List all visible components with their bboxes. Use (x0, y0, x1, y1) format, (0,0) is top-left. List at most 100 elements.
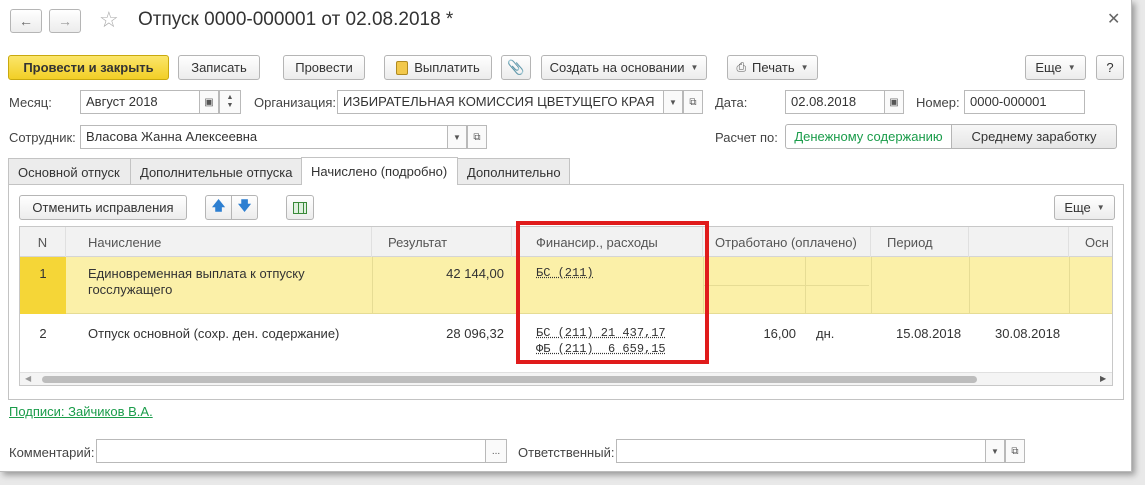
comment-field[interactable] (96, 439, 486, 463)
calendar-button[interactable]: ▣ (199, 90, 219, 114)
organization-field[interactable]: ИЗБИРАТЕЛЬНАЯ КОМИССИЯ ЦВЕТУЩЕГО КРАЯ (337, 90, 664, 114)
tab-main-leave[interactable]: Основной отпуск (8, 158, 131, 185)
responsible-dropdown[interactable]: ▼ (985, 439, 1005, 463)
period-to: 30.08.2018 (995, 326, 1061, 341)
column-header-n[interactable]: N (20, 227, 66, 257)
help-button[interactable]: ? (1096, 55, 1124, 80)
move-up-button[interactable]: 🡅 (205, 195, 232, 220)
scroll-left-icon[interactable]: ◀ (25, 374, 31, 383)
pay-icon (396, 60, 409, 75)
column-header-accrual[interactable]: Начисление (66, 227, 372, 257)
number-label: Номер: (916, 95, 960, 110)
pay-button[interactable]: Выплатить (384, 55, 492, 80)
print-button[interactable]: ⎙ Печать ▼ (727, 55, 818, 80)
calc-option-average[interactable]: Среднему заработку (951, 124, 1117, 149)
responsible-label: Ответственный: (518, 445, 615, 460)
paperclip-icon: 📎 (507, 59, 525, 75)
column-header-period[interactable]: Период (871, 227, 969, 257)
month-field[interactable]: Август 2018 (80, 90, 200, 114)
stepper-up-icon: ▲ (226, 94, 234, 101)
calendar-icon: ▣ (204, 96, 214, 108)
arrow-right-icon: → (58, 13, 72, 29)
employee-field[interactable]: Власова Жанна Алексеевна (80, 125, 448, 149)
calendar-icon: ▣ (889, 96, 899, 108)
open-icon: ⧉ (1011, 445, 1019, 457)
attach-button[interactable]: 📎 (501, 55, 531, 80)
favorite-star-icon[interactable]: ☆ (99, 7, 119, 33)
page-title: Отпуск 0000-000001 от 02.08.2018 * (138, 9, 454, 30)
month-stepper[interactable]: ▲ ▼ (219, 90, 241, 114)
period-from: 15.08.2018 (896, 326, 962, 341)
organization-open-button[interactable]: ⧉ (683, 90, 703, 114)
responsible-field[interactable] (616, 439, 986, 463)
row-number: 2 (39, 326, 47, 341)
forward-button[interactable]: → (49, 9, 81, 33)
row-divider (703, 285, 869, 286)
tab-accrued-detailed[interactable]: Начислено (подробно) (301, 157, 458, 185)
post-and-close-label: Провести и закрыть (23, 60, 154, 75)
highlight-frame (516, 221, 709, 364)
column-header-period-end[interactable] (969, 227, 1069, 257)
accrual-name: Единовременная выплата к отпуску (88, 266, 305, 281)
chevron-down-icon: ▼ (991, 446, 999, 456)
signatures-link[interactable]: Подписи: Зайчиков В.А. (9, 404, 153, 419)
arrow-left-icon: ← (19, 13, 33, 29)
comment-label: Комментарий: (9, 445, 95, 460)
date-label: Дата: (715, 95, 748, 110)
printer-icon: ⎙ (736, 60, 747, 74)
move-down-button[interactable]: 🡇 (231, 195, 258, 220)
responsible-open-button[interactable]: ⧉ (1005, 439, 1025, 463)
pay-label: Выплатить (414, 60, 480, 75)
calc-option-salary-label: Денежному содержанию (794, 129, 943, 144)
table-more-button[interactable]: Еще ▼ (1054, 195, 1115, 220)
chevron-down-icon: ▼ (1067, 63, 1076, 72)
chevron-down-icon: ▼ (453, 132, 461, 142)
row-divider (1069, 257, 1070, 314)
column-header-base[interactable]: Осн (1069, 227, 1112, 257)
column-header-result[interactable]: Результат (372, 227, 512, 257)
row-divider (969, 257, 970, 314)
close-icon[interactable]: ✕ (1107, 9, 1120, 29)
number-field[interactable]: 0000-000001 (964, 90, 1085, 114)
more-label: Еще (1035, 60, 1062, 75)
more-button[interactable]: Еще ▼ (1025, 55, 1086, 80)
scroll-right-icon[interactable]: ▶ (1100, 374, 1106, 383)
add-row-button[interactable] (286, 195, 314, 220)
help-label: ? (1106, 60, 1114, 75)
post-label: Провести (295, 60, 353, 75)
employee-open-button[interactable]: ⧉ (467, 125, 487, 149)
table-more-label: Еще (1064, 200, 1091, 215)
comment-select-button[interactable]: ... (485, 439, 507, 463)
chevron-down-icon: ▼ (669, 97, 677, 107)
calc-label: Расчет по: (715, 130, 778, 145)
date-calendar-button[interactable]: ▣ (884, 90, 904, 114)
scrollbar-thumb[interactable] (42, 376, 977, 383)
column-header-worked[interactable]: Отработано (оплачено) (703, 227, 871, 257)
chevron-down-icon: ▼ (1096, 203, 1105, 212)
date-field[interactable]: 02.08.2018 (785, 90, 885, 114)
open-icon: ⧉ (473, 131, 481, 143)
tab-additional-leaves[interactable]: Дополнительные отпуска (130, 158, 302, 185)
post-and-close-button[interactable]: Провести и закрыть (8, 55, 169, 80)
save-button[interactable]: Записать (178, 55, 260, 80)
print-label: Печать (752, 60, 795, 75)
back-button[interactable]: ← (10, 9, 42, 33)
cancel-corrections-label: Отменить исправления (32, 200, 174, 215)
result-value: 28 096,32 (446, 326, 504, 341)
organization-dropdown[interactable]: ▼ (663, 90, 683, 114)
horizontal-scrollbar[interactable]: ◀ ▶ (20, 372, 1112, 385)
row-divider (871, 257, 872, 314)
tab-label: Начислено (подробно) (311, 164, 448, 179)
cancel-corrections-button[interactable]: Отменить исправления (19, 195, 187, 220)
table-add-icon (293, 201, 307, 214)
calc-option-average-label: Среднему заработку (971, 129, 1097, 144)
open-icon: ⧉ (689, 96, 697, 108)
tab-additional[interactable]: Дополнительно (457, 158, 570, 185)
calc-option-salary[interactable]: Денежному содержанию (785, 124, 952, 149)
employee-dropdown[interactable]: ▼ (447, 125, 467, 149)
arrow-up-icon: 🡅 (211, 197, 226, 213)
create-based-on-button[interactable]: Создать на основании ▼ (541, 55, 707, 80)
worked-unit: дн. (816, 326, 835, 341)
tab-label: Дополнительно (467, 164, 561, 180)
post-button[interactable]: Провести (283, 55, 365, 80)
